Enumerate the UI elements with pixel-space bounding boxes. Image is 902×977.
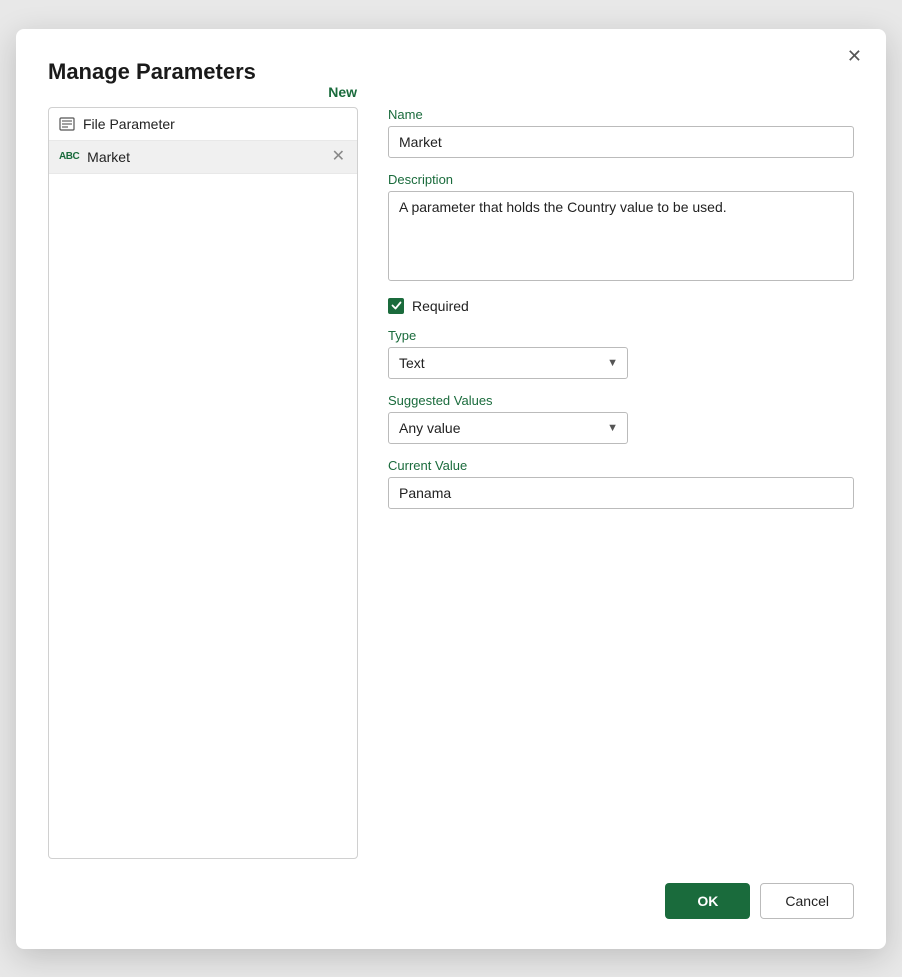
market-label: Market [87,149,321,165]
ok-button[interactable]: OK [665,883,750,919]
description-label: Description [388,172,854,187]
dialog-title: Manage Parameters [48,59,854,85]
current-value-input[interactable] [388,477,854,509]
close-button[interactable]: ✕ [841,45,868,67]
suggested-values-select[interactable]: Any value List of values Query [388,412,628,444]
name-label: Name [388,107,854,122]
suggested-values-select-wrap: Any value List of values Query ▼ [388,412,628,444]
footer: OK Cancel [48,859,854,919]
description-field-group: Description A parameter that holds the C… [388,172,854,284]
remove-market-button[interactable]: ✕ [330,149,347,165]
right-panel: Name Description A parameter that holds … [358,107,854,859]
file-parameter-label: File Parameter [83,116,347,132]
left-panel: New File Parameter ABC Marke [48,107,358,859]
suggested-values-field-group: Suggested Values Any value List of value… [388,393,854,444]
description-input[interactable]: A parameter that holds the Country value… [388,191,854,281]
market-type-icon: ABC [59,151,79,162]
type-select-wrap: Text Number Date Boolean ▼ [388,347,628,379]
name-field-group: Name [388,107,854,158]
manage-parameters-dialog: ✕ Manage Parameters New File Parameter [16,29,886,949]
current-value-label: Current Value [388,458,854,473]
required-checkbox[interactable] [388,298,404,314]
suggested-values-label: Suggested Values [388,393,854,408]
new-parameter-button[interactable]: New [328,82,357,102]
name-input[interactable] [388,126,854,158]
required-label: Required [412,298,469,314]
list-item-file-parameter[interactable]: File Parameter [49,108,357,141]
type-label: Type [388,328,854,343]
type-field-group: Type Text Number Date Boolean ▼ [388,328,854,379]
current-value-field-group: Current Value [388,458,854,509]
parameter-list: File Parameter ABC Market ✕ [49,108,357,174]
main-area: New File Parameter ABC Marke [48,107,854,859]
type-select[interactable]: Text Number Date Boolean [388,347,628,379]
list-item-market[interactable]: ABC Market ✕ [49,141,357,174]
required-row: Required [388,298,854,314]
file-parameter-icon [59,117,75,131]
cancel-button[interactable]: Cancel [760,883,854,919]
